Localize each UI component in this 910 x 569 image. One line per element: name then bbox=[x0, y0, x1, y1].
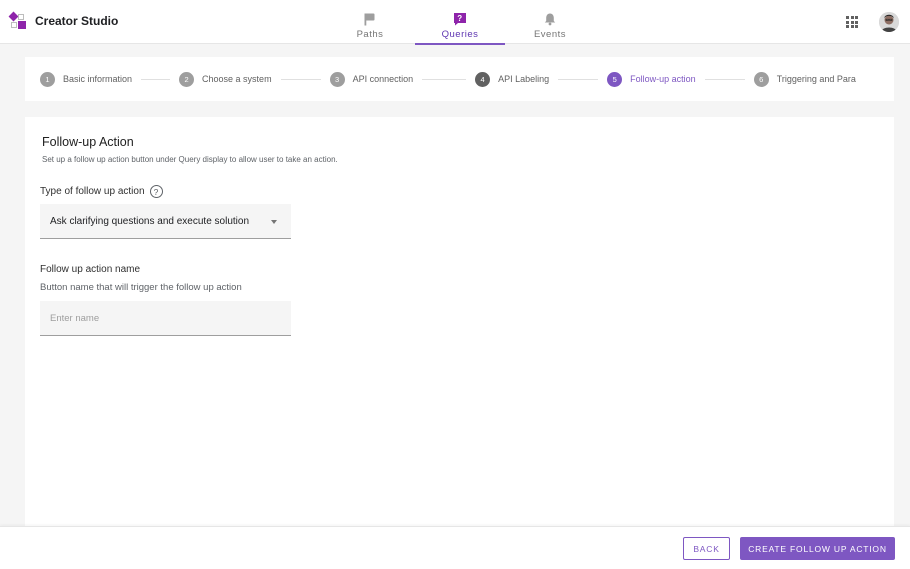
step-basic-information[interactable]: 1 Basic information bbox=[40, 71, 133, 87]
user-avatar[interactable] bbox=[879, 12, 899, 32]
creator-studio-logo-icon bbox=[8, 11, 26, 29]
type-field-label: Type of follow up action ? bbox=[40, 185, 163, 198]
app-title: Creator Studio bbox=[35, 14, 119, 28]
apps-grid-icon[interactable] bbox=[846, 16, 858, 28]
caret-down-icon bbox=[271, 220, 277, 224]
step-label: Follow-up action bbox=[630, 74, 696, 84]
avatar-portrait-icon bbox=[879, 12, 899, 32]
step-label: Choose a system bbox=[202, 74, 272, 84]
step-connector bbox=[280, 78, 321, 80]
step-connector bbox=[422, 78, 467, 80]
step-label: Basic information bbox=[63, 74, 133, 84]
step-api-connection[interactable]: 3 API connection bbox=[329, 71, 414, 87]
step-number: 1 bbox=[40, 71, 55, 87]
bell-icon bbox=[544, 13, 556, 26]
follow-up-name-input[interactable] bbox=[40, 301, 291, 336]
name-field-hint: Button name that will trigger the follow… bbox=[40, 282, 242, 293]
step-connector bbox=[558, 78, 599, 80]
back-button[interactable]: BACK bbox=[683, 537, 730, 560]
tab-events[interactable]: Events bbox=[505, 0, 595, 44]
footer-action-bar: BACK CREATE FOLLOW UP ACTION bbox=[0, 526, 910, 569]
brand[interactable]: Creator Studio bbox=[8, 11, 119, 29]
tab-paths-label: Paths bbox=[356, 29, 384, 40]
tab-events-label: Events bbox=[533, 29, 567, 40]
step-label: Triggering and Para bbox=[776, 74, 856, 84]
top-app-bar: Creator Studio Paths ? Queries Events bbox=[0, 0, 910, 45]
tab-queries-label: Queries bbox=[441, 29, 479, 40]
step-number: 2 bbox=[179, 71, 195, 87]
step-label: API connection bbox=[352, 74, 414, 84]
page-subtitle: Set up a follow up action button under Q… bbox=[42, 155, 338, 164]
follow-up-action-card: Follow-up Action Set up a follow up acti… bbox=[25, 117, 894, 527]
type-label-text: Type of follow up action bbox=[40, 186, 145, 197]
step-api-labeling[interactable]: 4 API Labeling bbox=[475, 71, 550, 87]
tab-paths[interactable]: Paths bbox=[325, 0, 415, 44]
step-number: 4 bbox=[475, 71, 491, 87]
follow-up-type-value: Ask clarifying questions and execute sol… bbox=[50, 215, 250, 227]
create-follow-up-action-button[interactable]: CREATE FOLLOW UP ACTION bbox=[740, 537, 895, 560]
follow-up-type-select[interactable]: Ask clarifying questions and execute sol… bbox=[40, 204, 291, 239]
main-nav: Paths ? Queries Events bbox=[325, 0, 595, 45]
progress-stepper: 1 Basic information 2 Choose a system 3 … bbox=[25, 57, 894, 101]
step-triggering-and-parameters[interactable]: 6 Triggering and Para bbox=[753, 71, 856, 87]
step-label: API Labeling bbox=[498, 74, 550, 84]
step-number: 3 bbox=[329, 71, 345, 87]
flag-icon bbox=[364, 13, 375, 26]
name-field-label: Follow up action name bbox=[40, 264, 141, 275]
step-follow-up-action[interactable]: 5 Follow-up action bbox=[607, 71, 696, 87]
step-connector bbox=[141, 78, 171, 80]
question-badge-icon: ? bbox=[454, 13, 466, 26]
page-title: Follow-up Action bbox=[42, 135, 134, 149]
svg-text:?: ? bbox=[457, 14, 462, 23]
step-connector bbox=[704, 78, 745, 80]
tab-queries[interactable]: ? Queries bbox=[415, 0, 505, 45]
step-number: 5 bbox=[607, 71, 623, 87]
help-icon[interactable]: ? bbox=[149, 185, 163, 198]
step-choose-a-system[interactable]: 2 Choose a system bbox=[179, 71, 272, 87]
step-number: 6 bbox=[753, 71, 769, 87]
